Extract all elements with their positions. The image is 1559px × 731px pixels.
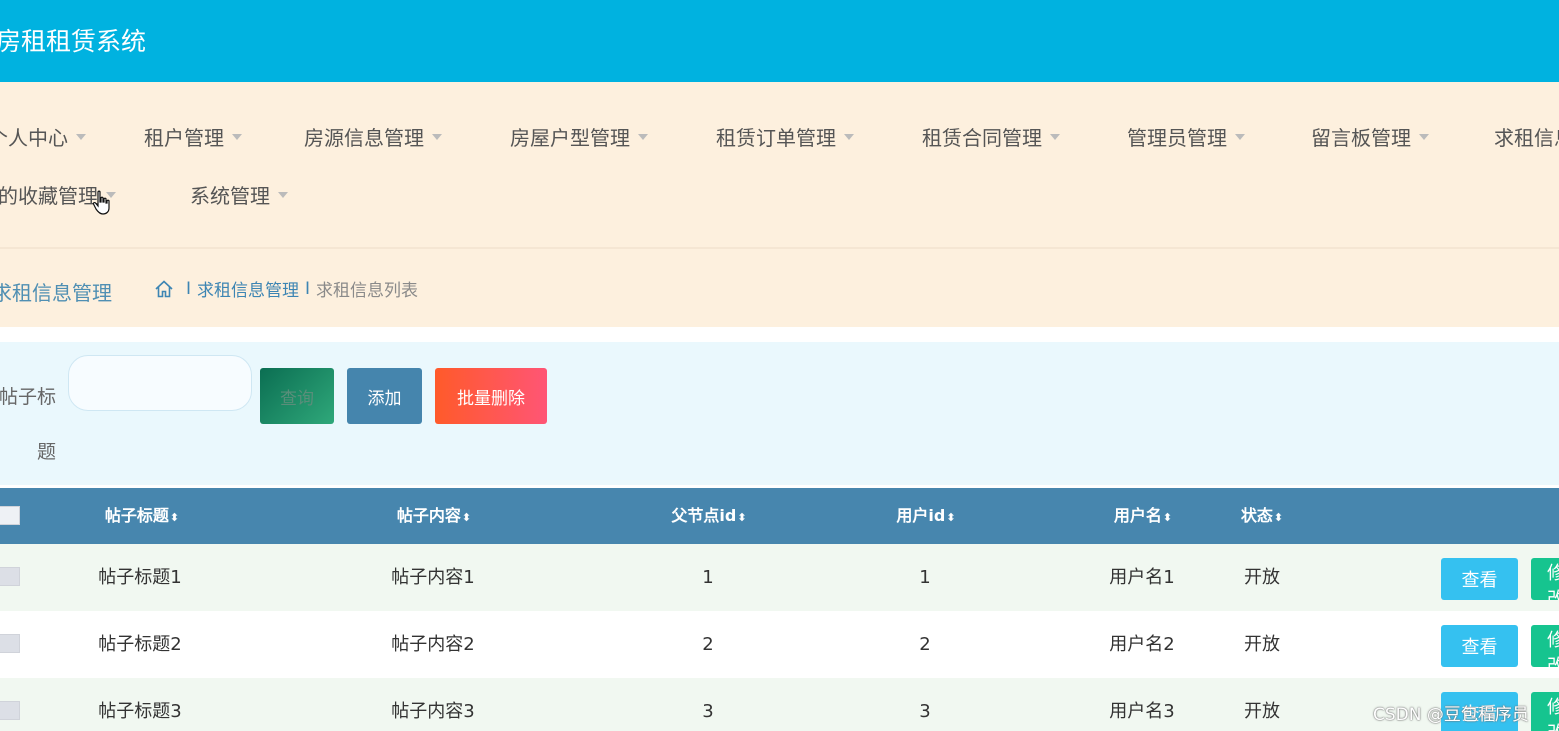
column-header-user-id[interactable]: 用户id⬍ [896, 488, 955, 544]
view-button[interactable]: 查看 [1441, 625, 1518, 667]
cell-parent-id: 1 [702, 567, 714, 588]
page-title: 求租信息管理 [0, 281, 112, 305]
cell-title: 帖子标题1 [98, 567, 182, 588]
cell-parent-id: 3 [702, 701, 714, 722]
cell-status: 开放 [1244, 567, 1280, 588]
home-icon[interactable] [154, 279, 174, 299]
column-header-status[interactable]: 状态⬍ [1241, 488, 1283, 544]
column-header-content[interactable]: 帖子内容⬍ [397, 488, 471, 544]
breadcrumb-link[interactable]: 求租信息管理 [197, 276, 299, 301]
row-checkbox[interactable] [0, 634, 20, 653]
cell-content: 帖子内容3 [391, 701, 475, 722]
caret-down-icon [432, 133, 442, 140]
search-input[interactable] [68, 355, 252, 411]
cell-content: 帖子内容2 [391, 634, 475, 655]
edit-button[interactable]: 修改 [1531, 692, 1559, 731]
cell-status: 开放 [1244, 634, 1280, 655]
column-header-parent-id[interactable]: 父节点id⬍ [671, 488, 746, 544]
sort-icon[interactable]: ⬍ [170, 511, 179, 524]
cell-status: 开放 [1244, 701, 1280, 722]
edit-button[interactable]: 修改 [1531, 558, 1559, 600]
sort-icon[interactable]: ⬍ [737, 511, 746, 524]
cell-username: 用户名2 [1109, 634, 1175, 655]
app-title: 房租租赁系统 [0, 27, 147, 56]
table-row: 帖子标题1 帖子内容1 1 1 用户名1 开放 查看 修改 [0, 544, 1559, 611]
caret-down-icon [1419, 133, 1429, 140]
sort-icon[interactable]: ⬍ [946, 511, 955, 524]
add-button[interactable]: 添加 [347, 368, 422, 424]
data-table: 帖子标题⬍ 帖子内容⬍ 父节点id⬍ 用户id⬍ 用户名⬍ 状态⬍ 操作 帖子标… [0, 488, 1559, 731]
column-header-title[interactable]: 帖子标题⬍ [105, 488, 179, 544]
edit-button[interactable]: 修改 [1531, 625, 1559, 667]
breadcrumb-separator: I [186, 278, 192, 299]
nav-item-orders[interactable]: 租赁订单管理 [716, 122, 854, 151]
caret-down-icon [1235, 133, 1245, 140]
table-row: 帖子标题3 帖子内容3 3 3 用户名3 开放 查看 修改 [0, 678, 1559, 731]
column-header-username[interactable]: 用户名⬍ [1114, 488, 1172, 544]
sort-icon[interactable]: ⬍ [1274, 511, 1283, 524]
row-checkbox[interactable] [0, 701, 20, 720]
nav-item-tenant[interactable]: 租户管理 [144, 122, 242, 151]
top-nav: 个人中心 租户管理 房源信息管理 房屋户型管理 租赁订单管理 租赁合同管理 管理… [0, 82, 1559, 249]
cell-title: 帖子标题2 [98, 634, 182, 655]
cell-username: 用户名1 [1109, 567, 1175, 588]
breadcrumb: I 求租信息管理 I 求租信息列表 [154, 276, 418, 301]
cell-content: 帖子内容1 [391, 567, 475, 588]
nav-item-personal-center[interactable]: 个人中心 [0, 122, 86, 151]
cell-title: 帖子标题3 [98, 701, 182, 722]
hand-pointer-icon [92, 190, 114, 222]
sort-icon[interactable]: ⬍ [1163, 511, 1172, 524]
caret-down-icon [844, 133, 854, 140]
caret-down-icon [1050, 133, 1060, 140]
search-label: 帖子标题 [0, 386, 56, 463]
caret-down-icon [278, 191, 288, 198]
cell-user-id: 2 [919, 634, 931, 655]
batch-delete-button[interactable]: 批量删除 [435, 368, 547, 424]
app-header: 房租租赁系统 [0, 0, 1559, 82]
view-button[interactable]: 查看 [1441, 558, 1518, 600]
cell-username: 用户名3 [1109, 701, 1175, 722]
breadcrumb-separator: I [305, 278, 311, 299]
select-all-checkbox[interactable] [0, 506, 20, 525]
nav-item-listings[interactable]: 房源信息管理 [304, 122, 442, 151]
caret-down-icon [232, 133, 242, 140]
nav-item-room-type[interactable]: 房屋户型管理 [510, 122, 648, 151]
caret-down-icon [76, 133, 86, 140]
sort-icon[interactable]: ⬍ [462, 511, 471, 524]
table-header: 帖子标题⬍ 帖子内容⬍ 父节点id⬍ 用户id⬍ 用户名⬍ 状态⬍ 操作 [0, 488, 1559, 544]
nav-item-admins[interactable]: 管理员管理 [1127, 122, 1245, 151]
nav-item-system[interactable]: 系统管理 [190, 180, 288, 209]
watermark: CSDN @豆包程序员 [1373, 705, 1529, 725]
cell-user-id: 3 [919, 701, 931, 722]
table-row: 帖子标题2 帖子内容2 2 2 用户名2 开放 查看 修改 [0, 611, 1559, 678]
query-button[interactable]: 查询 [260, 368, 334, 424]
row-checkbox[interactable] [0, 567, 20, 586]
nav-item-message-board[interactable]: 留言板管理 [1311, 122, 1429, 151]
nav-item-contracts[interactable]: 租赁合同管理 [922, 122, 1060, 151]
nav-item-rent-requests[interactable]: 求租信息管理 [1494, 122, 1559, 151]
cell-parent-id: 2 [702, 634, 714, 655]
cell-user-id: 1 [919, 567, 931, 588]
breadcrumb-current: 求租信息列表 [316, 281, 419, 301]
caret-down-icon [638, 133, 648, 140]
